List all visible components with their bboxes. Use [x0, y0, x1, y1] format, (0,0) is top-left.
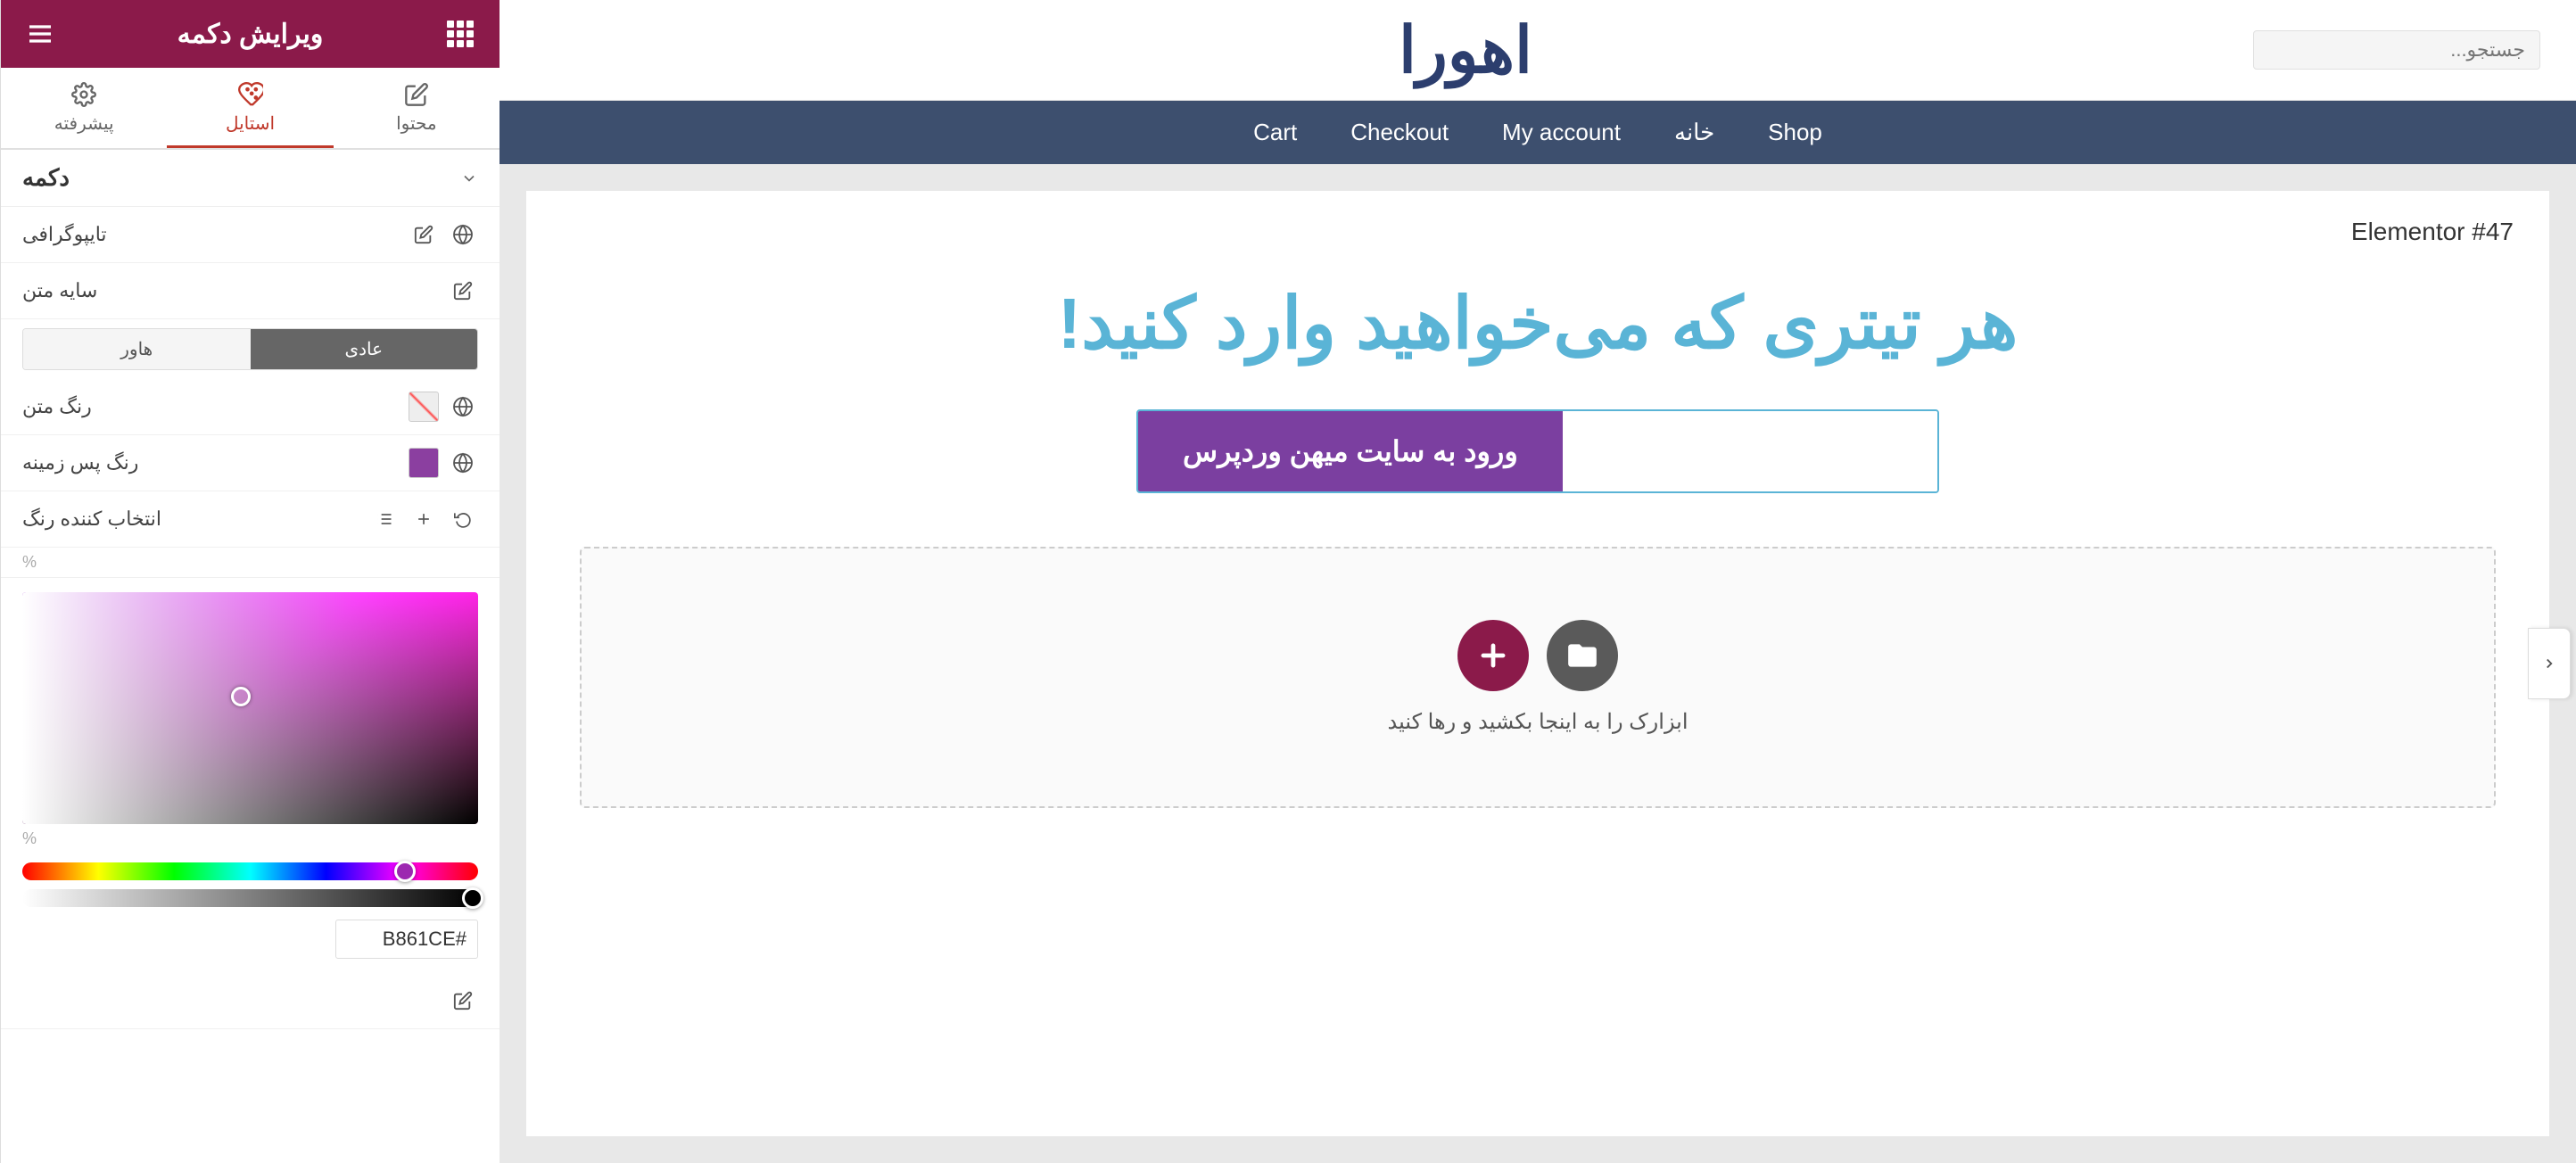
nav-bar: Cart Checkout My account خانه Shop [500, 101, 2576, 164]
right-panel: ویرایش دکمه محتوا [0, 0, 500, 1163]
state-normal[interactable]: عادی [251, 329, 478, 369]
list-icon [376, 510, 393, 528]
hamburger-icon[interactable] [22, 16, 58, 52]
section-title: دکمه [22, 164, 70, 192]
folder-icon [1565, 639, 1599, 672]
drop-zone[interactable]: ابزارک را به اینجا بکشید و رها کنید [580, 547, 2496, 808]
cta-button[interactable]: ورود به سایت میهن وردپرس [1138, 411, 1563, 491]
bg-color-controls [409, 448, 478, 478]
add-icon-circle[interactable] [1457, 620, 1529, 691]
panel-header-icons [442, 16, 478, 52]
sidebar-toggle[interactable] [2528, 628, 2571, 699]
menu-icon [26, 20, 54, 48]
editor-canvas: Elementor #47 هر تیتری که می‌خواهید وارد… [526, 191, 2549, 1136]
pencil-icon [414, 225, 433, 244]
panel-content: دکمه [1, 150, 500, 1163]
text-shadow-label: سایه متن [22, 279, 97, 302]
typography-controls [409, 219, 478, 250]
drop-icons [1457, 620, 1618, 691]
top-bar: اهورا [500, 0, 2576, 101]
globe-bg-icon [452, 452, 474, 474]
panel-title: ویرایش دکمه [178, 19, 324, 50]
bottom-pencil-icon[interactable] [448, 986, 478, 1016]
text-shadow-controls [448, 276, 478, 306]
apps-icon[interactable] [442, 16, 478, 52]
palette-tab-icon [238, 82, 263, 107]
nav-item-shop[interactable]: Shop [1768, 119, 1822, 146]
nav-item-myaccount[interactable]: My account [1502, 119, 1621, 146]
drop-zone-text: ابزارک را به اینجا بکشید و رها کنید [1387, 709, 1688, 735]
text-shadow-edit-icon[interactable] [448, 276, 478, 306]
globe-typography-icon[interactable] [448, 219, 478, 250]
panel-header: ویرایش دکمه [1, 0, 500, 68]
globe-icon [452, 224, 474, 245]
hex-input[interactable] [335, 920, 478, 959]
plus-circle-icon [1476, 639, 1510, 672]
chevron-right-icon [2541, 656, 2557, 672]
text-color-swatch[interactable] [409, 392, 439, 422]
list-color-icon[interactable] [369, 504, 400, 534]
hue-slider-row [22, 862, 478, 880]
typography-edit-icon[interactable] [409, 219, 439, 250]
tab-content[interactable]: محتوا [334, 68, 500, 148]
gear-tab-icon [71, 82, 96, 107]
add-color-icon[interactable] [409, 504, 439, 534]
hero-heading: هر تیتری که می‌خواهید وارد کنید! [562, 282, 2514, 365]
percent-label: % [22, 553, 37, 572]
alpha-thumb [462, 887, 483, 909]
panel-tabs: محتوا استایل پیشرفته [1, 68, 500, 150]
bottom-pencil-row [1, 973, 500, 1029]
text-color-row: رنگ متن [1, 379, 500, 435]
button-empty-space [1563, 411, 1937, 491]
hex-input-row [22, 920, 478, 959]
nav-item-cart[interactable]: Cart [1253, 119, 1297, 146]
pencil-tab-icon [404, 82, 429, 107]
tab-advanced[interactable]: پیشرفته [1, 68, 167, 148]
percent-row: % [1, 548, 500, 578]
reset-color-icon[interactable] [448, 504, 478, 534]
color-indicator [231, 687, 251, 706]
elementor-title: Elementor #47 [562, 218, 2514, 246]
text-color-globe-icon[interactable] [448, 392, 478, 422]
typography-label: تایپوگرافی [22, 223, 107, 246]
reset-icon [454, 510, 472, 528]
alpha-slider-row [22, 889, 478, 907]
nav-item-checkout[interactable]: Checkout [1350, 119, 1449, 146]
bg-color-row: رنگ پس زمینه [1, 435, 500, 491]
chevron-down-icon [460, 169, 478, 187]
pencil-bottom-icon [453, 991, 473, 1010]
section-button[interactable]: دکمه [1, 150, 500, 207]
search-input[interactable] [2253, 30, 2540, 70]
bg-color-swatch[interactable] [409, 448, 439, 478]
site-logo: اهورا [1399, 12, 1532, 87]
alpha-slider[interactable] [22, 889, 478, 907]
gradient-canvas[interactable] [22, 592, 478, 824]
drag-icon-circle[interactable] [1547, 620, 1618, 691]
percent-label-2: % [22, 829, 37, 848]
globe-color-icon [452, 396, 474, 417]
button-row: ورود به سایت میهن وردپرس [1136, 409, 1939, 493]
bg-color-globe-icon[interactable] [448, 448, 478, 478]
typography-row: تایپوگرافی [1, 207, 500, 263]
state-tabs: عادی هاور [22, 328, 478, 370]
add-icon [415, 510, 433, 528]
nav-item-home[interactable]: خانه [1674, 119, 1714, 146]
text-color-label: رنگ متن [22, 395, 92, 418]
text-shadow-row: سایه متن [1, 263, 500, 319]
pencil-shadow-icon [453, 281, 473, 301]
color-picker-toolbar [369, 504, 478, 534]
color-picker-title-label: انتخاب کننده رنگ [22, 507, 161, 531]
color-picker-section: % [1, 578, 500, 973]
tab-style[interactable]: استایل [167, 68, 333, 148]
text-color-controls [409, 392, 478, 422]
color-picker-label-row: انتخاب کننده رنگ [1, 491, 500, 548]
state-hover[interactable]: هاور [23, 329, 251, 369]
editor-area: Elementor #47 هر تیتری که می‌خواهید وارد… [500, 164, 2576, 1163]
bg-color-label: رنگ پس زمینه [22, 451, 138, 474]
gradient-bg [22, 592, 478, 824]
hue-thumb [394, 861, 416, 882]
hue-slider[interactable] [22, 862, 478, 880]
